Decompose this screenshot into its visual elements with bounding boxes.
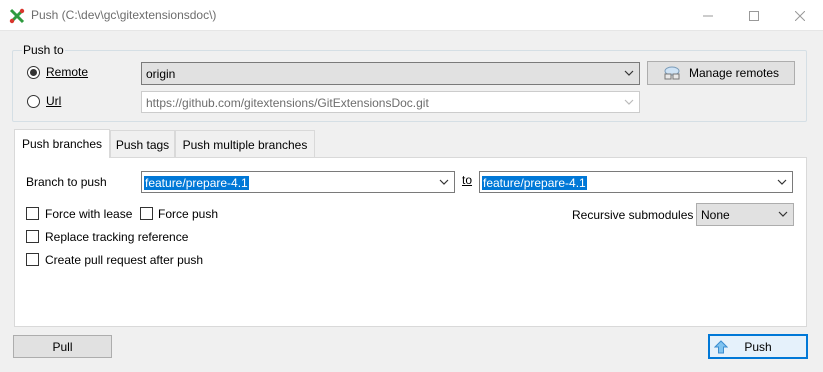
tab-push-multiple-branches-label: Push multiple branches <box>182 137 308 152</box>
remote-dropdown-value: origin <box>146 67 176 81</box>
manage-remotes-label: Manage remotes <box>688 66 780 80</box>
local-branch-value: feature/prepare-4.1 <box>144 176 249 190</box>
force-push-label: Force push <box>158 207 219 221</box>
maximize-icon <box>749 10 759 21</box>
url-dropdown-value: https://github.com/gitextensions/GitExte… <box>146 96 429 110</box>
create-pr-label: Create pull request after push <box>45 253 204 267</box>
minimize-icon <box>703 15 713 16</box>
url-radio-label: Url <box>46 94 61 108</box>
force-push-checkbox[interactable] <box>140 207 153 220</box>
local-branch-combo[interactable]: feature/prepare-4.1 <box>141 171 455 193</box>
minimize-button[interactable] <box>685 0 731 31</box>
tab-push-branches-label: Push branches <box>21 137 103 151</box>
branch-to-push-label: Branch to push <box>26 175 107 189</box>
pull-button-label: Pull <box>52 339 73 354</box>
force-with-lease-label: Force with lease <box>45 207 133 221</box>
manage-remotes-icon <box>664 66 680 80</box>
push-button-label: Push <box>744 339 772 354</box>
tab-push-tags-label: Push tags <box>115 137 170 152</box>
push-to-group-label: Push to <box>22 43 65 57</box>
replace-tracking-label: Replace tracking reference <box>45 230 189 244</box>
replace-tracking-checkbox[interactable] <box>26 230 39 243</box>
close-button[interactable] <box>777 0 823 31</box>
arrow-up-icon <box>714 340 728 354</box>
remote-branch-combo[interactable]: feature/prepare-4.1 <box>479 171 793 193</box>
chevron-down-icon <box>778 211 788 217</box>
tab-push-tags[interactable]: Push tags <box>110 130 175 158</box>
to-label-text: to <box>462 173 473 187</box>
remote-branch-value: feature/prepare-4.1 <box>482 176 587 190</box>
chevron-down-icon <box>439 179 449 185</box>
recursive-submodules-dropdown[interactable]: None <box>696 203 794 226</box>
url-dropdown[interactable]: https://github.com/gitextensions/GitExte… <box>141 91 640 113</box>
chevron-down-icon <box>624 99 634 105</box>
remote-dropdown[interactable]: origin <box>141 62 640 85</box>
tab-push-branches[interactable]: Push branches <box>14 129 110 158</box>
chevron-down-icon <box>624 70 634 76</box>
create-pr-checkbox[interactable] <box>26 253 39 266</box>
window-title: Push (C:\dev\gc\gitextensionsdoc\) <box>31 8 217 22</box>
maximize-button[interactable] <box>731 0 777 31</box>
title-bar: Push (C:\dev\gc\gitextensionsdoc\) <box>0 0 823 31</box>
git-extensions-icon <box>9 8 25 24</box>
pull-button[interactable]: Pull <box>13 335 112 358</box>
force-with-lease-checkbox[interactable] <box>26 207 39 220</box>
manage-remotes-button[interactable]: Manage remotes <box>647 61 795 85</box>
url-radio[interactable] <box>27 95 40 108</box>
to-label: to <box>462 173 472 187</box>
tab-push-multiple-branches[interactable]: Push multiple branches <box>175 130 315 158</box>
recursive-submodules-label: Recursive submodules <box>572 208 694 222</box>
chevron-down-icon <box>777 179 787 185</box>
recursive-submodules-value: None <box>701 208 730 222</box>
url-label: Url <box>46 94 62 108</box>
remote-label: Remote <box>46 65 89 79</box>
close-icon <box>795 10 805 21</box>
push-button[interactable]: Push <box>708 334 808 359</box>
remote-radio[interactable] <box>27 66 40 79</box>
remote-radio-label: Remote <box>46 65 88 79</box>
